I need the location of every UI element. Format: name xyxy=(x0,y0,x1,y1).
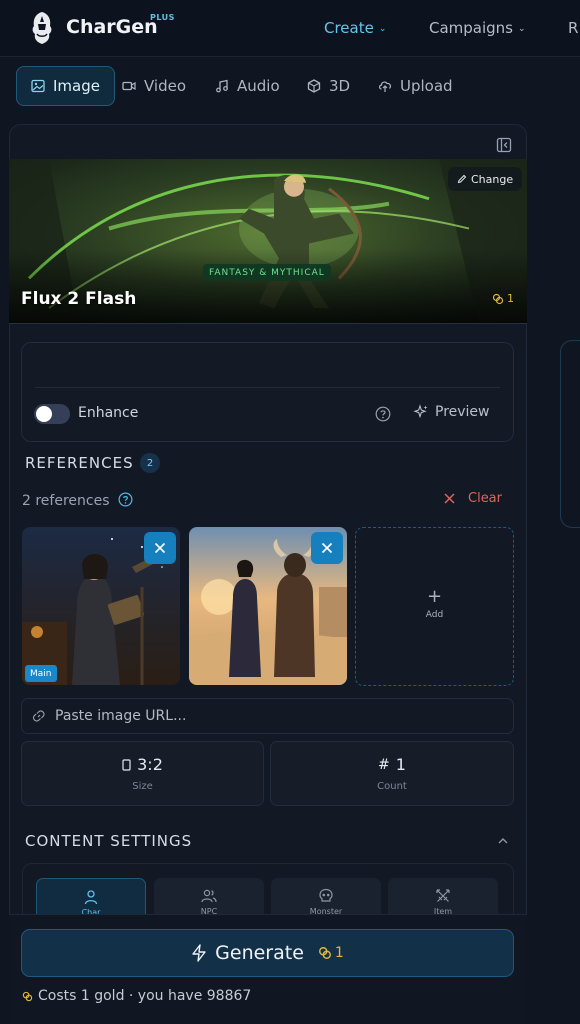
plus-badge: PLUS xyxy=(150,13,175,22)
tab-video[interactable]: Video xyxy=(108,66,200,106)
enhance-label: Enhance xyxy=(78,405,139,421)
generate-cost-value: 1 xyxy=(334,945,344,961)
size-selector[interactable]: 3:2 Size xyxy=(21,741,264,806)
coins-icon xyxy=(22,991,33,1001)
add-reference-label: Add xyxy=(425,609,444,620)
nav-truncated[interactable]: R xyxy=(568,19,578,37)
prompt-input[interactable] xyxy=(21,342,514,442)
size-value: 3:2 xyxy=(137,755,163,774)
coins-icon xyxy=(492,293,504,304)
tab-3d-label: 3D xyxy=(329,77,351,95)
help-icon[interactable] xyxy=(118,492,133,507)
knight-logo-icon[interactable] xyxy=(26,10,58,46)
collapse-panel-icon[interactable] xyxy=(496,137,512,153)
references-count-badge: 2 xyxy=(140,453,160,473)
coins-icon xyxy=(318,947,331,959)
enhance-toggle-knob xyxy=(36,406,52,422)
tab-audio[interactable]: Audio xyxy=(201,66,294,106)
chevron-down-icon: ⌄ xyxy=(518,24,526,34)
chevron-down-icon: ⌄ xyxy=(378,24,387,34)
remove-reference-1-button[interactable] xyxy=(144,532,176,564)
cube-icon xyxy=(307,79,321,93)
tab-image-label: Image xyxy=(53,77,100,95)
plus-icon: + xyxy=(426,585,443,607)
generate-button[interactable]: Generate 1 xyxy=(21,929,514,977)
side-panel-card xyxy=(560,340,580,528)
prompt-divider xyxy=(35,387,500,388)
model-cost: 1 xyxy=(492,292,514,305)
change-model-label: Change xyxy=(471,172,514,186)
skull-icon xyxy=(319,888,333,902)
change-model-button[interactable]: Change xyxy=(448,167,523,191)
preview-button[interactable]: Preview xyxy=(413,404,490,420)
nav-campaigns-label: Campaigns xyxy=(429,19,514,37)
tab-image[interactable]: Image xyxy=(16,66,115,106)
help-icon[interactable] xyxy=(375,406,391,422)
brand-name[interactable]: CharGen xyxy=(66,16,158,38)
close-icon xyxy=(444,493,455,504)
music-icon xyxy=(216,79,228,93)
video-icon xyxy=(122,81,136,91)
tab-upload[interactable]: Upload xyxy=(364,66,467,106)
user-icon xyxy=(84,890,98,905)
count-label: Count xyxy=(377,781,407,792)
pencil-icon xyxy=(457,174,467,184)
clear-references-button[interactable]: Clear xyxy=(444,491,502,506)
category-badge: FANTASY & MYTHICAL xyxy=(203,264,331,281)
hash-icon: # xyxy=(378,756,390,773)
generate-cost: 1 xyxy=(318,945,344,961)
upload-icon xyxy=(379,81,391,92)
lightning-icon xyxy=(192,944,206,962)
generate-label: Generate xyxy=(215,942,304,964)
model-name: Flux 2 Flash xyxy=(21,289,137,309)
count-selector[interactable]: # 1 Count xyxy=(270,741,514,806)
references-summary: 2 references xyxy=(22,493,110,509)
main-reference-badge: Main xyxy=(25,665,57,682)
tab-3d[interactable]: 3D xyxy=(293,66,364,106)
count-value: 1 xyxy=(395,755,406,774)
cost-summary: Costs 1 gold · you have 98867 xyxy=(22,988,251,1004)
link-icon xyxy=(32,710,45,722)
nav-truncated-label: R xyxy=(568,19,579,37)
tab-video-label: Video xyxy=(144,77,187,95)
add-reference-button[interactable]: + Add xyxy=(355,527,514,686)
aspect-ratio-icon xyxy=(122,758,131,771)
image-icon xyxy=(31,79,45,93)
content-settings-heading: CONTENT SETTINGS xyxy=(25,832,193,850)
swords-icon xyxy=(436,889,450,902)
preview-label: Preview xyxy=(435,404,490,420)
close-icon xyxy=(321,542,333,554)
cost-summary-text: Costs 1 gold · you have 98867 xyxy=(38,988,252,1004)
media-type-tabs: Image Video Audio 3D Upload xyxy=(0,57,580,117)
nav-create-label: Create xyxy=(324,19,374,37)
sparkles-icon xyxy=(413,404,428,419)
remove-reference-2-button[interactable] xyxy=(311,532,343,564)
image-url-input[interactable]: Paste image URL... xyxy=(21,698,514,734)
users-icon xyxy=(201,889,217,903)
model-cost-value: 1 xyxy=(507,292,514,305)
nav-campaigns[interactable]: Campaigns ⌄ xyxy=(429,19,526,37)
nav-create[interactable]: Create ⌄ xyxy=(324,19,386,37)
close-icon xyxy=(154,542,166,554)
clear-label: Clear xyxy=(468,491,502,506)
image-url-placeholder: Paste image URL... xyxy=(55,708,187,724)
references-heading: REFERENCES xyxy=(25,454,134,472)
chevron-up-icon[interactable] xyxy=(496,834,510,848)
tab-audio-label: Audio xyxy=(237,77,280,95)
size-label: Size xyxy=(132,781,153,792)
tab-upload-label: Upload xyxy=(400,77,453,95)
